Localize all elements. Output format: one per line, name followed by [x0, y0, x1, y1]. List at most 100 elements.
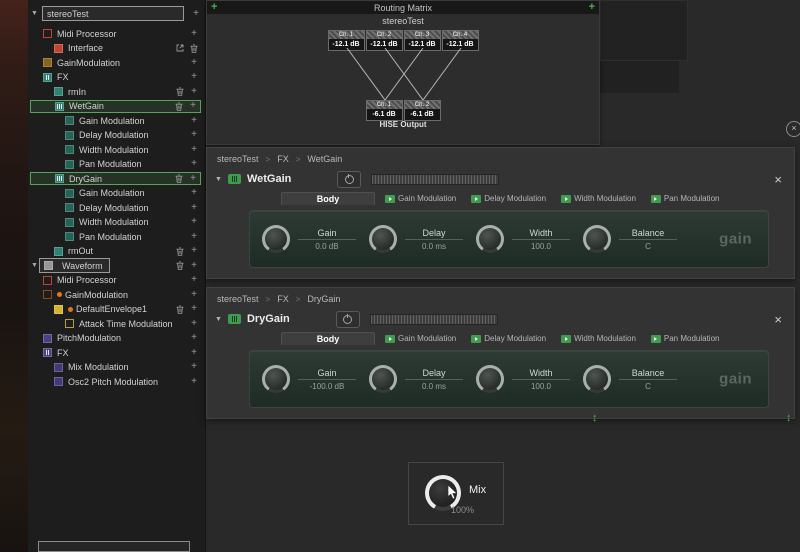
add-button[interactable]: + — [189, 72, 199, 82]
add-icon[interactable]: + — [589, 1, 595, 13]
add-button[interactable]: + — [188, 174, 198, 184]
add-icon[interactable]: + — [211, 1, 217, 13]
tab-body[interactable]: Body — [281, 332, 375, 345]
balance-knob[interactable] — [583, 365, 611, 393]
tab-body[interactable]: Body — [281, 192, 375, 205]
add-button[interactable]: + — [189, 130, 199, 140]
tree-root-row[interactable]: ▼ stereoTest + — [30, 6, 201, 21]
add-button[interactable]: + — [189, 232, 199, 242]
collapse-icon[interactable]: ▼ — [30, 262, 39, 269]
delay-knob[interactable] — [369, 225, 397, 253]
breadcrumb-root[interactable]: stereoTest — [217, 294, 259, 304]
tree-item-pan-modulation[interactable]: Pan Modulation+ — [30, 230, 201, 243]
gain-knob[interactable] — [262, 365, 290, 393]
root-module-box[interactable]: stereoTest — [42, 6, 184, 21]
breadcrumb-processor[interactable]: WetGain — [307, 154, 342, 164]
add-button[interactable]: + — [189, 116, 199, 126]
tab-gain-modulation[interactable]: Gain Modulation — [380, 193, 461, 204]
delay-knob[interactable] — [369, 365, 397, 393]
add-button[interactable]: + — [189, 217, 199, 227]
output-channel-2[interactable]: Ch. 2 -6.1 dB — [404, 100, 441, 121]
breadcrumb-chain[interactable]: FX — [277, 154, 289, 164]
fold-icon[interactable]: ▼ — [215, 176, 222, 183]
resize-handle-icon[interactable]: ↕ — [786, 412, 792, 424]
add-button[interactable]: + — [189, 188, 199, 198]
tree-item-pan-modulation[interactable]: Pan Modulation+ — [30, 158, 201, 171]
add-button[interactable]: + — [189, 58, 199, 68]
tree-item-drygain[interactable]: DryGain+ — [30, 172, 201, 185]
delete-button[interactable] — [189, 44, 199, 53]
add-button[interactable]: + — [189, 362, 199, 372]
add-button[interactable]: + — [189, 348, 199, 358]
tree-item-waveform-generator1[interactable]: ▼Waveform Generator1+ — [30, 259, 201, 272]
tree-item-pitchmodulation[interactable]: PitchModulation+ — [30, 332, 201, 345]
delete-button[interactable] — [175, 247, 185, 256]
balance-knob[interactable] — [583, 225, 611, 253]
delete-button[interactable] — [174, 102, 184, 111]
add-button[interactable]: + — [189, 304, 199, 314]
tree-item-gain-modulation[interactable]: Gain Modulation+ — [30, 187, 201, 200]
delete-button[interactable] — [175, 305, 185, 314]
popout-button[interactable] — [175, 44, 185, 52]
tree-item-fx[interactable]: FX+ — [30, 346, 201, 359]
close-icon[interactable]: × — [774, 313, 782, 326]
collapsed-module-box[interactable] — [38, 541, 190, 552]
resize-handle-icon[interactable]: ↕ — [592, 412, 598, 424]
add-button[interactable]: + — [189, 275, 199, 285]
fold-icon[interactable]: ▼ — [215, 316, 222, 323]
bypass-button[interactable] — [337, 171, 361, 188]
delete-button[interactable] — [175, 261, 185, 270]
tab-width-modulation[interactable]: Width Modulation — [556, 333, 641, 344]
gain-knob[interactable] — [262, 225, 290, 253]
add-button[interactable]: + — [189, 87, 199, 97]
add-button[interactable]: + — [189, 319, 199, 329]
add-button[interactable]: + — [188, 101, 198, 111]
tree-item-rmout[interactable]: rmOut+ — [30, 245, 201, 258]
tree-item-delay-modulation[interactable]: Delay Modulation+ — [30, 129, 201, 142]
add-button[interactable]: + — [189, 246, 199, 256]
tab-gain-modulation[interactable]: Gain Modulation — [380, 333, 461, 344]
add-button[interactable]: + — [191, 9, 201, 19]
tree-item-defaultenvelope1[interactable]: DefaultEnvelope1+ — [30, 303, 201, 316]
tree-item-delay-modulation[interactable]: Delay Modulation+ — [30, 201, 201, 214]
tab-pan-modulation[interactable]: Pan Modulation — [646, 333, 725, 344]
tree-item-fx[interactable]: FX+ — [30, 71, 201, 84]
add-button[interactable]: + — [189, 159, 199, 169]
add-button[interactable]: + — [189, 261, 199, 271]
tree-item-mix-modulation[interactable]: Mix Modulation+ — [30, 361, 201, 374]
add-button[interactable]: + — [189, 203, 199, 213]
output-channel-1[interactable]: Ch. 1 -6.1 dB — [366, 100, 403, 121]
tree-item-attack-time-modulation[interactable]: Attack Time Modulation+ — [30, 317, 201, 330]
add-button[interactable]: + — [189, 333, 199, 343]
tab-delay-modulation[interactable]: Delay Modulation — [466, 193, 551, 204]
width-knob[interactable] — [476, 225, 504, 253]
breadcrumb-root[interactable]: stereoTest — [217, 154, 259, 164]
add-button[interactable]: + — [189, 377, 199, 387]
delete-button[interactable] — [174, 174, 184, 183]
breadcrumb-chain[interactable]: FX — [277, 294, 289, 304]
tree-item-interface[interactable]: Interface — [30, 42, 201, 55]
tree-item-midi-processor[interactable]: Midi Processor+ — [30, 274, 201, 287]
add-button[interactable]: + — [189, 145, 199, 155]
delete-button[interactable] — [175, 87, 185, 96]
bypass-button[interactable] — [336, 311, 360, 328]
add-button[interactable]: + — [189, 29, 199, 39]
tab-pan-modulation[interactable]: Pan Modulation — [646, 193, 725, 204]
add-button[interactable]: + — [189, 290, 199, 300]
window-close-icon[interactable]: × — [786, 121, 800, 137]
tab-width-modulation[interactable]: Width Modulation — [556, 193, 641, 204]
collapse-icon[interactable]: ▼ — [30, 10, 39, 17]
tree-item-rmin[interactable]: rmIn+ — [30, 85, 201, 98]
tab-delay-modulation[interactable]: Delay Modulation — [466, 333, 551, 344]
close-icon[interactable]: × — [774, 173, 782, 186]
tree-item-gainmodulation[interactable]: GainModulation+ — [30, 56, 201, 69]
breadcrumb-processor[interactable]: DryGain — [307, 294, 340, 304]
tree-item-width-modulation[interactable]: Width Modulation+ — [30, 216, 201, 229]
tree-item-gainmodulation[interactable]: GainModulation+ — [30, 288, 201, 301]
tree-item-width-modulation[interactable]: Width Modulation+ — [30, 143, 201, 156]
tree-item-osc2-pitch-modulation[interactable]: Osc2 Pitch Modulation+ — [30, 375, 201, 388]
tree-item-midi-processor[interactable]: Midi Processor+ — [30, 27, 201, 40]
tree-item-gain-modulation[interactable]: Gain Modulation+ — [30, 114, 201, 127]
width-knob[interactable] — [476, 365, 504, 393]
tree-item-wetgain[interactable]: WetGain+ — [30, 100, 201, 113]
